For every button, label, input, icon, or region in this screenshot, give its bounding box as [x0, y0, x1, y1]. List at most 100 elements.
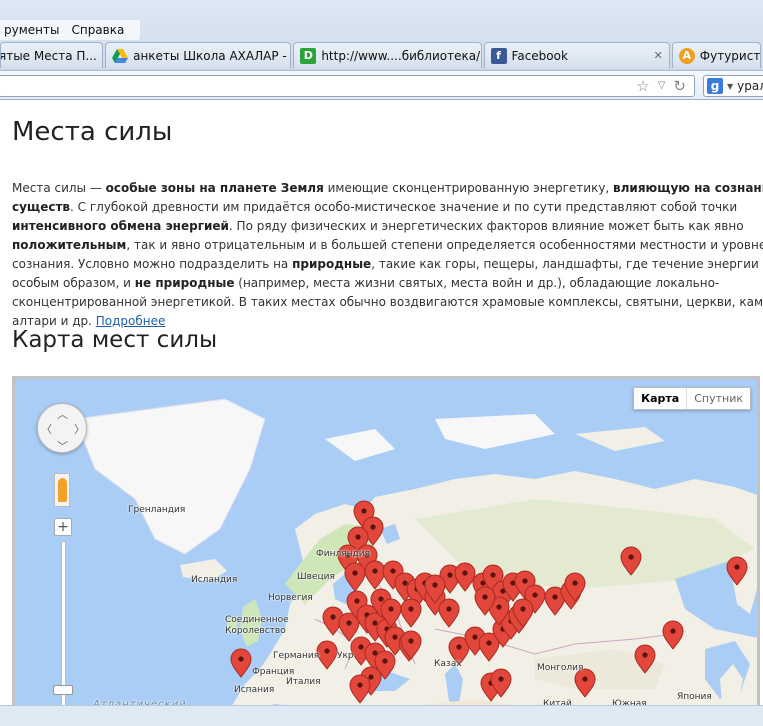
- map-marker-dot: [670, 628, 676, 634]
- map-marker-dot: [368, 674, 374, 680]
- chevron-down-icon[interactable]: ▼: [727, 82, 733, 91]
- history-dropdown-icon[interactable]: ▽: [658, 77, 666, 95]
- map-label-mongolia: Монголия: [537, 663, 584, 673]
- page-content: Места силы Места силы — особые зоны на п…: [0, 101, 763, 726]
- intro-text: Места силы — особые зоны на планете Земл…: [12, 181, 763, 328]
- map-marker-dot: [355, 534, 361, 540]
- map-marker-dot: [372, 620, 378, 626]
- map-type-satellite-button[interactable]: Спутник: [687, 388, 750, 409]
- tab-strip: ятые Места П... ✕ анкеты Школа АХАЛАР - …: [0, 42, 763, 68]
- menu-bar: рументы Справка: [0, 20, 141, 40]
- map-marker-dot: [408, 606, 414, 612]
- bookmark-star-icon[interactable]: ☆: [636, 77, 649, 95]
- map-marker-dot: [486, 640, 492, 646]
- map-marker-dot: [447, 572, 453, 578]
- tab-label: анкеты Школа АХАЛАР - ...: [133, 48, 292, 63]
- map-marker-dot: [388, 606, 394, 612]
- map-marker-dot: [432, 582, 438, 588]
- google-search-icon: g: [707, 78, 723, 94]
- map-marker-dot: [572, 580, 578, 586]
- tab-label: Facebook: [511, 48, 568, 63]
- map-marker-dot: [346, 620, 352, 626]
- more-link[interactable]: Подробнее: [96, 314, 166, 328]
- zoom-track[interactable]: [61, 541, 66, 726]
- map-marker-dot: [496, 604, 502, 610]
- map-label-ukraine: Укр: [337, 651, 354, 661]
- map-type-control: Карта Спутник: [633, 387, 751, 410]
- map-marker-dot: [358, 644, 364, 650]
- map-marker-dot: [354, 598, 360, 604]
- intro-paragraph: Места силы — особые зоны на планете Земл…: [12, 179, 763, 331]
- map-label-japan: Япония: [677, 692, 712, 702]
- street-view-pegman-icon[interactable]: [54, 473, 70, 507]
- pan-up-icon[interactable]: ︿: [57, 406, 68, 422]
- map-label-italy: Италия: [286, 677, 321, 687]
- map-marker-dot: [522, 578, 528, 584]
- map-label-kazakhstan: Казах: [434, 659, 462, 669]
- pan-control[interactable]: ︿ ﹀ 〈 〉: [37, 403, 87, 453]
- map-marker-dot: [520, 606, 526, 612]
- reload-icon[interactable]: ↻: [673, 77, 686, 95]
- map-marker-dot: [378, 596, 384, 602]
- tab-label: ятые Места П...: [0, 48, 97, 63]
- map-label-norway: Норвегия: [268, 593, 313, 603]
- map-marker-dot: [532, 592, 538, 598]
- map-marker-dot: [482, 594, 488, 600]
- places-of-power-map[interactable]: Гренландия Финляндия Швеция Исландия Нор…: [12, 376, 760, 726]
- tab-4[interactable]: f Facebook ✕: [483, 42, 670, 68]
- map-marker-dot: [330, 614, 336, 620]
- map-label-iceland: Исландия: [191, 575, 238, 585]
- map-marker-dot: [238, 656, 244, 662]
- map-marker-dot: [370, 524, 376, 530]
- close-icon[interactable]: ✕: [97, 49, 102, 62]
- tab-2[interactable]: анкеты Школа АХАЛАР - ... ✕: [105, 42, 292, 68]
- menu-item-help[interactable]: Справка: [71, 23, 124, 37]
- map-marker-dot: [352, 570, 358, 576]
- facebook-icon: f: [490, 47, 507, 64]
- map-type-map-button[interactable]: Карта: [634, 388, 688, 409]
- map-label-germany: Германия: [273, 651, 320, 661]
- tab-3[interactable]: D http://www....библиотека/ ✕: [293, 42, 482, 68]
- map-label-spain: Испания: [234, 685, 275, 695]
- tab-1[interactable]: ятые Места П... ✕: [0, 42, 104, 68]
- map-marker-dot: [642, 652, 648, 658]
- address-bar[interactable]: ☆ ▽ ↻: [0, 75, 695, 97]
- page-title: Места силы: [12, 117, 173, 147]
- map-label-sweden: Швеция: [297, 572, 335, 582]
- map-marker-dot: [628, 554, 634, 560]
- tab-5[interactable]: A Футуристи: [671, 42, 762, 68]
- map-marker-dot: [472, 634, 478, 640]
- pan-down-icon[interactable]: ﹀: [57, 438, 68, 454]
- close-icon[interactable]: ✕: [480, 49, 481, 62]
- close-icon[interactable]: ✕: [648, 49, 663, 62]
- tab-label: Футуристи: [699, 48, 761, 63]
- map-label-greenland: Гренландия: [128, 505, 186, 515]
- map-marker-dot: [490, 572, 496, 578]
- map-marker-dot: [402, 580, 408, 586]
- pan-right-icon[interactable]: 〉: [74, 421, 85, 437]
- map-marker-dot: [392, 634, 398, 640]
- zoom-in-button[interactable]: +: [54, 518, 72, 536]
- pan-left-icon[interactable]: 〈: [41, 421, 52, 437]
- navigation-bar: ☆ ▽ ↻ g ▼ урал: [0, 70, 763, 100]
- search-box[interactable]: g ▼ урал: [703, 75, 763, 97]
- map-heading: Карта мест силы: [12, 327, 218, 353]
- map-marker-dot: [582, 676, 588, 682]
- map-marker-dot: [357, 682, 363, 688]
- tab-label: http://www....библиотека/: [321, 48, 481, 63]
- map-marker-dot: [390, 568, 396, 574]
- map-marker-dot: [446, 606, 452, 612]
- map-marker-dot: [324, 648, 330, 654]
- map-marker-dot: [361, 508, 367, 514]
- google-drive-icon: [112, 48, 129, 64]
- search-input[interactable]: урал: [737, 79, 763, 93]
- d-site-icon: D: [300, 47, 317, 64]
- map-marker-dot: [408, 638, 414, 644]
- browser-chrome: рументы Справка ятые Места П... ✕ анкеты…: [0, 0, 763, 100]
- menu-item-tools[interactable]: рументы: [4, 23, 59, 37]
- map-marker-dot: [734, 564, 740, 570]
- map-tiles: [15, 379, 757, 726]
- map-marker-dot: [456, 644, 462, 650]
- map-marker-dot: [382, 658, 388, 664]
- zoom-slider-handle[interactable]: [53, 685, 73, 695]
